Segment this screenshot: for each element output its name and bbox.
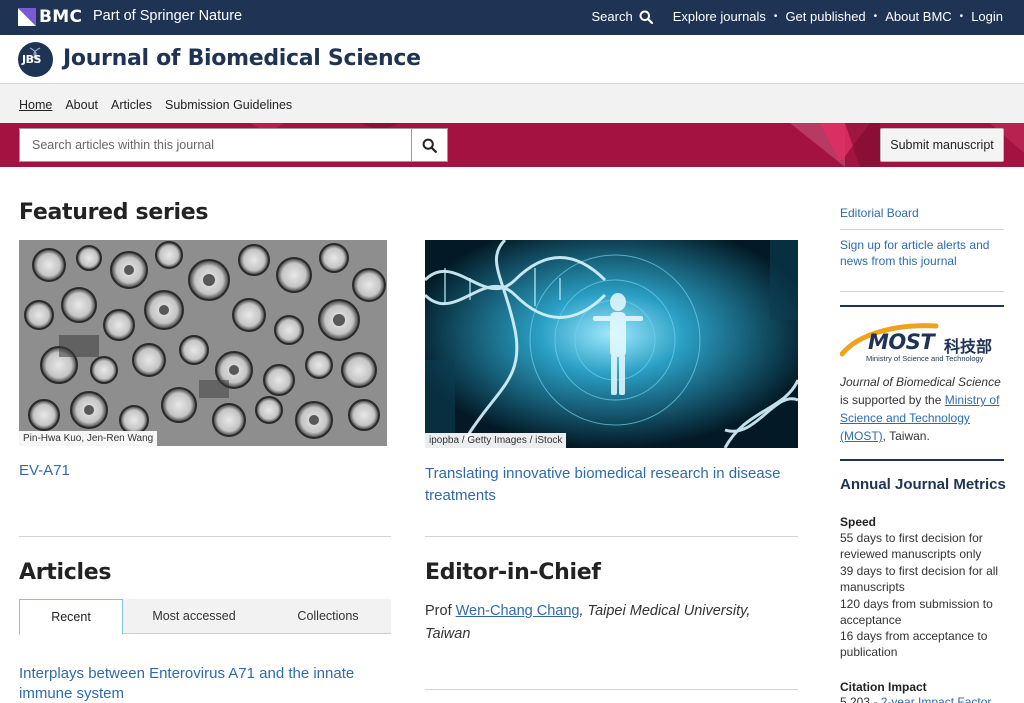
search-icon xyxy=(639,10,653,24)
tab-collections[interactable]: Collections xyxy=(265,599,391,633)
articles-heading: Articles xyxy=(19,560,112,585)
articles-tabs: Recent Most accessed Collections xyxy=(19,599,391,635)
nav-separator: • xyxy=(959,11,964,22)
editor-prefix: Prof xyxy=(425,603,456,619)
subnav-submission-guidelines[interactable]: Submission Guidelines xyxy=(165,98,292,112)
journal-subnav: Home About Articles Submission Guideline… xyxy=(0,84,1024,123)
divider xyxy=(425,536,798,537)
subnav-articles[interactable]: Articles xyxy=(111,98,152,112)
bmc-logo[interactable]: BMC xyxy=(18,7,82,27)
search-icon xyxy=(422,138,437,153)
nav-explore-journals[interactable]: Explore journals xyxy=(673,9,766,24)
tab-most-accessed[interactable]: Most accessed xyxy=(123,599,265,633)
speed-metric: 16 days from acceptance to publication xyxy=(840,629,988,660)
bmc-top-bar: BMC Part of Springer Nature Search Explo… xyxy=(0,0,1024,35)
annual-journal-metrics-heading: Annual Journal Metrics xyxy=(840,476,1006,493)
featured-image-biomedical[interactable]: ipopba / Getty Images / iStock xyxy=(425,240,798,448)
editor-in-chief-text: Prof Wen-Chang Chang, Taipei Medical Uni… xyxy=(425,600,785,646)
nav-login[interactable]: Login xyxy=(971,9,1003,24)
speed-heading: Speed xyxy=(840,515,877,529)
featured-link-translating-research[interactable]: Translating innovative biomedical resear… xyxy=(425,463,800,507)
support-text-end: , Taiwan. xyxy=(882,429,930,443)
top-search-label: Search xyxy=(591,9,633,24)
support-journal-name: Journal of Biomedical Science xyxy=(840,375,1001,389)
subnav-about[interactable]: About xyxy=(65,98,98,112)
nav-about-bmc[interactable]: About BMC xyxy=(885,9,951,24)
tab-recent[interactable]: Recent xyxy=(19,599,123,635)
divider xyxy=(19,536,391,537)
micrograph-image xyxy=(19,240,387,446)
most-logo-subtitle: Ministry of Science and Technology xyxy=(866,354,984,363)
submit-manuscript-button[interactable]: Submit manuscript xyxy=(880,128,1004,162)
sidebar-divider xyxy=(840,305,1004,307)
most-logo-text: MOST xyxy=(868,330,935,354)
sidebar-editorial-board-link[interactable]: Editorial Board xyxy=(840,205,919,221)
sidebar-divider xyxy=(840,459,1004,461)
top-search-link[interactable]: Search xyxy=(592,9,653,24)
citation-impact-heading: Citation Impact xyxy=(840,680,927,694)
speed-metric: 120 days from submission to acceptance xyxy=(840,597,993,628)
featured-series-heading: Featured series xyxy=(19,200,209,225)
nav-get-published[interactable]: Get published xyxy=(785,9,865,24)
sidebar-article-alerts-link[interactable]: Sign up for article alerts and news from… xyxy=(840,237,1004,269)
journal-search-input[interactable] xyxy=(20,129,411,161)
nav-separator: • xyxy=(773,11,778,22)
bmc-tagline: Part of Springer Nature xyxy=(93,8,243,24)
sidebar-divider xyxy=(840,229,1004,230)
journal-logo-text: JBS xyxy=(22,53,41,66)
image-credit: Pin-Hwa Kuo, Jen-Ren Wang xyxy=(19,431,158,446)
editor-name-link[interactable]: Wen-Chang Chang xyxy=(456,603,580,619)
speed-metric: 39 days to first decision for all manusc… xyxy=(840,564,999,595)
citation-impact-line: 5.203 - 2-year Impact Factor xyxy=(840,695,991,703)
top-nav: Search Explore journals • Get published … xyxy=(592,9,1004,24)
editor-in-chief-heading: Editor-in-Chief xyxy=(425,560,601,585)
sidebar-support-text: Journal of Biomedical Science is support… xyxy=(840,373,1004,445)
impact-factor-value: 5.203 xyxy=(840,695,871,703)
featured-image-ev-a71[interactable]: Pin-Hwa Kuo, Jen-Ren Wang xyxy=(19,240,387,446)
divider xyxy=(425,689,798,690)
article-link[interactable]: Interplays between Enterovirus A71 and t… xyxy=(19,664,389,703)
featured-link-ev-a71[interactable]: EV-A71 xyxy=(19,462,70,479)
subnav-home[interactable]: Home xyxy=(19,98,52,112)
citation-separator: - xyxy=(870,695,881,703)
journal-search-field[interactable] xyxy=(19,128,412,162)
sidebar-divider xyxy=(840,291,1004,292)
bmc-brand-text: BMC xyxy=(39,7,83,27)
journal-search-button[interactable] xyxy=(411,128,448,162)
impact-factor-link[interactable]: 2-year Impact Factor xyxy=(881,695,992,703)
journal-logo[interactable]: JBS xyxy=(18,42,53,77)
image-credit: ipopba / Getty Images / iStock xyxy=(425,433,567,448)
speed-metric: 55 days to first decision for reviewed m… xyxy=(840,531,983,562)
search-band: Submit manuscript xyxy=(0,123,1024,167)
dna-illustration-image xyxy=(425,240,798,448)
most-logo[interactable]: MOST 科技部 Ministry of Science and Technol… xyxy=(840,322,1004,364)
bmc-logo-icon xyxy=(18,8,36,26)
journal-title[interactable]: Journal of Biomedical Science xyxy=(63,46,421,71)
journal-header: JBS Journal of Biomedical Science xyxy=(0,35,1024,84)
support-text-mid: is supported by the xyxy=(840,393,945,407)
nav-separator: • xyxy=(873,11,878,22)
